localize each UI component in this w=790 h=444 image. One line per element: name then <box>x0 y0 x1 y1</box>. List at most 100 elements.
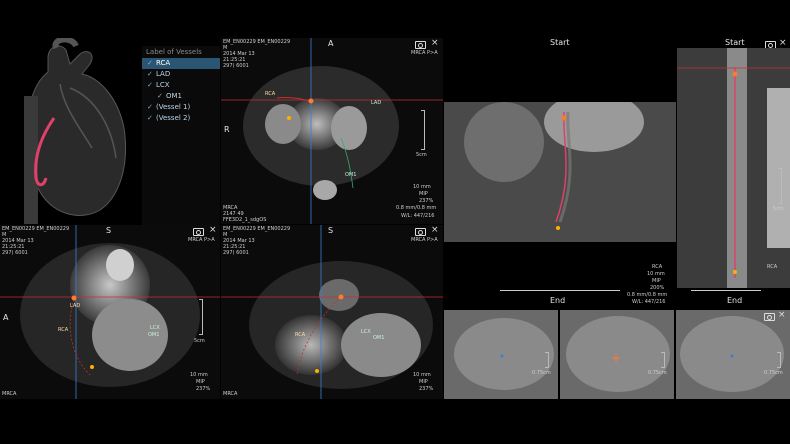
window-level[interactable]: W/L: 447/216 <box>632 299 665 305</box>
position-slider[interactable] <box>500 290 620 291</box>
close-icon[interactable]: × <box>778 310 786 320</box>
vessel-item-om1[interactable]: ✓ OM1 <box>142 91 220 102</box>
lcx-label: LCX <box>361 329 371 335</box>
pixel-spacing: 0.8 mm/0.8 mm <box>396 205 437 211</box>
vessel-item-vessel-2[interactable]: ✓ (Vessel 2) <box>142 113 220 124</box>
lad-label: LAD <box>70 303 81 309</box>
position-slider[interactable] <box>691 290 761 291</box>
close-icon[interactable]: × <box>209 225 217 235</box>
om1-label: OM1 <box>373 335 385 341</box>
patient-name: EM_EN00229 EM_EN00229 <box>223 226 291 232</box>
lad-label: LAD <box>371 100 382 106</box>
straightened-image <box>677 48 790 288</box>
series-info: 297) 6001 <box>2 250 28 256</box>
scale-label: 5cm <box>194 338 205 344</box>
view-mode: MRCA P>A <box>188 237 215 243</box>
orientation-top: S <box>106 226 112 235</box>
check-icon[interactable]: ✓ <box>147 60 153 67</box>
sequence-line-3: FFE3D2_1_sdgOS <box>223 217 267 223</box>
camera-icon[interactable] <box>415 228 426 236</box>
scale-label: 0.75cm <box>532 370 551 376</box>
cross-section-image-1 <box>454 318 554 390</box>
vessel-item-rca[interactable]: ✓ RCA <box>142 58 220 69</box>
close-icon[interactable]: × <box>779 38 787 48</box>
scale-bar <box>199 299 203 335</box>
scale-label: 0.75cm <box>648 370 667 376</box>
vessel-list-title: Label of Vessels <box>146 48 202 56</box>
render-mode[interactable]: MIP <box>652 278 661 284</box>
camera-icon[interactable] <box>193 228 204 236</box>
scale-bar <box>545 352 549 368</box>
check-icon[interactable]: ✓ <box>157 93 163 100</box>
vessel-item-lcx[interactable]: ✓ LCX <box>142 80 220 91</box>
render-mode[interactable]: MIP <box>419 191 428 197</box>
rca-label: RCA <box>265 91 276 97</box>
orientation-top: A <box>328 39 334 48</box>
scale-bar <box>661 352 665 368</box>
lcx-label: LCX <box>150 325 160 331</box>
vessel-item-vessel-1[interactable]: ✓ (Vessel 1) <box>142 102 220 113</box>
vessel-name: RCA <box>652 264 663 270</box>
window-level[interactable]: W/L: 447/216 <box>401 213 434 219</box>
orientation-left: A <box>3 313 9 322</box>
zoom-level[interactable]: 200% <box>650 285 664 291</box>
start-label: Start <box>725 38 745 47</box>
coronal-image <box>221 225 443 399</box>
scale-label: 5cm <box>416 152 427 158</box>
camera-icon[interactable] <box>415 41 426 49</box>
straightened-view[interactable]: Start × 5cm RCA End <box>677 38 790 308</box>
slab-thickness[interactable]: 10 mm <box>647 271 665 277</box>
start-label: Start <box>550 38 570 47</box>
curved-image <box>444 102 676 242</box>
render-mode[interactable]: MIP <box>196 379 205 385</box>
axial-image <box>221 38 443 224</box>
scale-bar <box>421 110 425 150</box>
coronal-view[interactable]: EM_EN00229 EM_EN00229 M 2014 Mar 13 21:2… <box>221 225 443 399</box>
om1-label: OM1 <box>148 332 160 338</box>
cross-section-image-2 <box>566 316 670 392</box>
patient-name: EM_EN00229 EM_EN00229 <box>2 226 70 232</box>
slab-thickness[interactable]: 10 mm <box>413 184 431 190</box>
zoom-level[interactable]: 237% <box>419 198 433 204</box>
check-icon[interactable]: ✓ <box>147 82 153 89</box>
cross-section-view-2[interactable]: 0.75cm <box>560 310 674 399</box>
cross-section-view-1[interactable]: 0.75cm <box>444 310 558 399</box>
slab-thickness[interactable]: 10 mm <box>190 372 208 378</box>
end-label: End <box>550 296 566 305</box>
check-icon[interactable]: ✓ <box>147 115 153 122</box>
vessel-name: RCA <box>767 264 778 270</box>
zoom-level[interactable]: 237% <box>196 386 210 392</box>
sagittal-view[interactable]: EM_EN00229 EM_EN00229 M 2014 Mar 13 21:2… <box>0 225 220 399</box>
pixel-spacing: 0.8 mm/0.8 mm <box>627 292 668 298</box>
cross-section-view-3[interactable]: × 0.75cm <box>676 310 790 399</box>
view-mode: MRCA P>A <box>411 50 438 56</box>
series-info: 297) 6001 <box>223 250 249 256</box>
view-mode: MRCA P>A <box>411 237 438 243</box>
scale-bar <box>777 352 781 368</box>
patient-name: EM_EN00229 EM_EN00229 <box>223 39 291 45</box>
cross-section-image-3 <box>680 316 784 392</box>
camera-icon[interactable] <box>764 313 775 321</box>
series-info: 297) 6001 <box>223 63 249 69</box>
scale-label: 0.75cm <box>764 370 783 376</box>
curved-mpr-view[interactable]: Start RCA 10 mm MIP 200% 0.8 mm/0.8 mm W… <box>444 38 676 308</box>
zoom-level[interactable]: 237% <box>419 386 433 392</box>
close-icon[interactable]: × <box>431 225 439 235</box>
scale-bar <box>778 168 782 204</box>
orientation-left: R <box>224 125 230 134</box>
render-mode[interactable]: MIP <box>419 379 428 385</box>
close-icon[interactable]: × <box>431 38 439 48</box>
slab-thickness[interactable]: 10 mm <box>413 372 431 378</box>
axial-view[interactable]: EM_EN00229 EM_EN00229 M 2014 Mar 13 21:2… <box>221 38 443 224</box>
vessel-item-lad[interactable]: ✓ LAD <box>142 69 220 80</box>
sagittal-image <box>0 225 220 399</box>
rca-label: RCA <box>295 332 306 338</box>
orientation-top: S <box>328 226 334 235</box>
check-icon[interactable]: ✓ <box>147 104 153 111</box>
check-icon[interactable]: ✓ <box>147 71 153 78</box>
om1-label: OM1 <box>345 172 357 178</box>
rca-label: RCA <box>58 327 69 333</box>
sequence-label: MRCA <box>2 391 17 397</box>
vessel-label-list: Label of Vessels ✓ RCA ✓ LAD ✓ LCX ✓ OM1 ✓ (V… <box>142 46 220 226</box>
heart-illustration <box>24 38 127 224</box>
